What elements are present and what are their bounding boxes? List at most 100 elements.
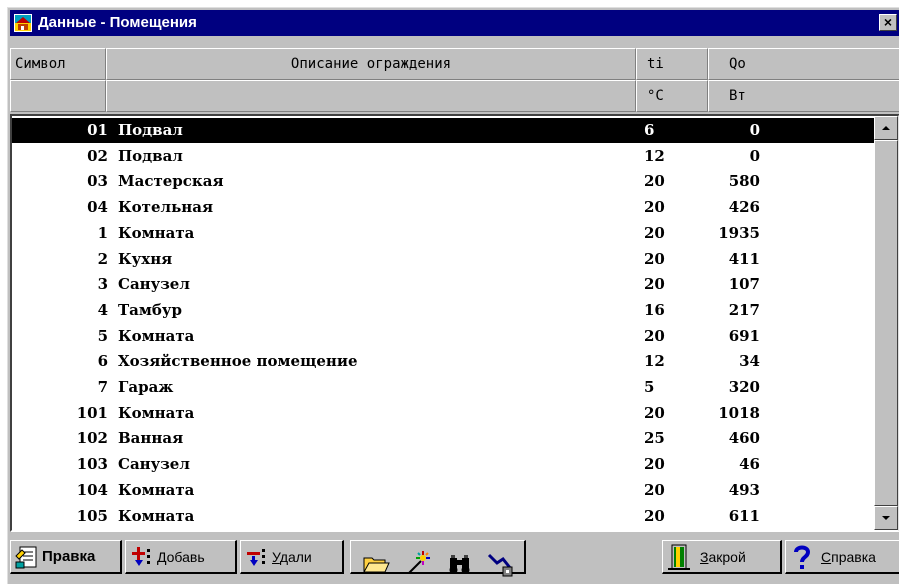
cell-symbol: 1 <box>97 223 108 242</box>
cell-qo: 1935 <box>718 223 760 242</box>
close-button[interactable]: × <box>879 14 897 31</box>
toolbar: Правка Добавь Удали Закрой Справка <box>10 534 899 582</box>
cell-description: Подвал <box>118 146 183 165</box>
cell-symbol: 105 <box>76 506 108 525</box>
help-icon <box>794 545 811 569</box>
cell-ti: 20 <box>644 455 665 474</box>
cell-symbol: 4 <box>97 300 108 319</box>
arrow-up-icon <box>882 126 890 130</box>
cell-symbol: 02 <box>87 146 108 165</box>
sparkle-icon[interactable] <box>403 549 433 579</box>
app-icon <box>14 14 32 32</box>
table-row[interactable]: 7 Гараж 5 320 <box>12 375 874 400</box>
table-row[interactable]: 5 Комната 20 691 <box>12 324 874 349</box>
sort-icon[interactable] <box>485 549 515 579</box>
delete-button[interactable]: Удали <box>240 540 344 574</box>
cell-ti: 20 <box>644 480 665 499</box>
tools-group <box>350 540 526 577</box>
cell-description: Санузел <box>118 455 190 474</box>
header-qo[interactable]: Qo <box>708 48 899 80</box>
vertical-scrollbar[interactable] <box>874 116 898 530</box>
cell-qo: 1018 <box>718 403 760 422</box>
table-row[interactable]: 101 Комната 20 1018 <box>12 401 874 426</box>
cell-ti: 20 <box>644 275 665 294</box>
cell-description: Комната <box>118 326 195 345</box>
cell-symbol: 104 <box>76 480 108 499</box>
cell-qo: 0 <box>749 121 760 139</box>
exit-icon <box>668 544 690 570</box>
cell-symbol: 2 <box>97 249 108 268</box>
cell-symbol: 7 <box>97 378 108 396</box>
cell-qo: 46 <box>739 455 760 474</box>
cell-qo: 107 <box>728 275 760 294</box>
table-row[interactable]: 01 Подвал 6 0 <box>12 118 874 143</box>
cell-description: Подвал <box>118 121 183 139</box>
header-ti-unit: °C <box>636 80 708 112</box>
cell-ti: 12 <box>644 146 665 165</box>
cell-description: Кухня <box>118 249 173 268</box>
cell-symbol: 04 <box>87 198 108 217</box>
cell-qo: 34 <box>739 352 760 371</box>
add-icon <box>132 546 150 566</box>
table-row[interactable]: 4 Тамбур 16 217 <box>12 298 874 323</box>
scroll-thumb[interactable] <box>874 140 898 506</box>
scroll-down-button[interactable] <box>874 506 898 530</box>
cell-description: Комната <box>118 480 195 499</box>
table-row[interactable]: 02 Подвал 12 0 <box>12 144 874 169</box>
cell-symbol: 102 <box>76 429 108 448</box>
table-row[interactable]: 105 Комната 20 611 <box>12 504 874 529</box>
delete-label: Удали <box>272 548 312 565</box>
close-icon: × <box>883 14 893 30</box>
add-button[interactable]: Добавь <box>125 540 237 574</box>
cell-qo: 580 <box>728 172 760 191</box>
cell-symbol: 103 <box>76 455 108 474</box>
header-ti[interactable]: ti <box>636 48 708 80</box>
table-row[interactable]: 103 Санузел 20 46 <box>12 452 874 477</box>
title-bar[interactable]: Данные - Помещения × <box>10 10 899 36</box>
table-row[interactable]: 6 Хозяйственное помещение 12 34 <box>12 349 874 374</box>
cell-ti: 20 <box>644 249 665 268</box>
cell-qo: 426 <box>728 198 760 217</box>
table-row[interactable]: 03 Мастерская 20 580 <box>12 169 874 194</box>
cell-ti: 20 <box>644 506 665 525</box>
close-window-button[interactable]: Закрой <box>662 540 782 574</box>
cell-symbol: 03 <box>87 172 108 191</box>
header-description[interactable]: Описание ограждения <box>106 48 636 80</box>
cell-ti: 25 <box>644 429 665 448</box>
table-row[interactable]: 2 Кухня 20 411 <box>12 247 874 272</box>
cell-description: Котельная <box>118 198 214 217</box>
cell-description: Гараж <box>118 378 174 396</box>
cell-qo: 691 <box>728 326 760 345</box>
help-button[interactable]: Справка <box>785 540 899 574</box>
table-row[interactable]: 104 Комната 20 493 <box>12 478 874 503</box>
header-qo-unit: Вт <box>708 80 899 112</box>
cell-description: Комната <box>118 223 195 242</box>
cell-ti: 6 <box>644 121 655 139</box>
cell-ti: 20 <box>644 223 665 242</box>
binoculars-icon[interactable] <box>445 549 475 579</box>
table-row[interactable]: 1 Комната 20 1935 <box>12 221 874 246</box>
edit-button[interactable]: Правка <box>10 540 122 574</box>
cell-ti: 12 <box>644 352 665 371</box>
cell-description: Тамбур <box>118 300 183 319</box>
cell-symbol: 5 <box>97 326 108 345</box>
cell-ti: 5 <box>644 378 655 396</box>
cell-description: Ванная <box>118 429 184 448</box>
table-row[interactable]: 04 Котельная 20 426 <box>12 195 874 220</box>
header-symbol-unit <box>10 80 106 112</box>
table-row[interactable]: 102 Ванная 25 460 <box>12 426 874 451</box>
cell-qo: 460 <box>728 429 760 448</box>
cell-qo: 411 <box>728 249 760 268</box>
folder-open-icon[interactable] <box>361 549 391 579</box>
table-row[interactable]: 3 Санузел 20 107 <box>12 272 874 297</box>
header-symbol[interactable]: Символ <box>10 48 106 80</box>
cell-ti: 20 <box>644 326 665 345</box>
scroll-up-button[interactable] <box>874 116 898 140</box>
table-header: Символ Описание ограждения ti Qo °C Вт <box>10 48 899 112</box>
window-title: Данные - Помещения <box>38 14 197 31</box>
cell-symbol: 101 <box>76 403 108 422</box>
edit-icon <box>15 546 37 568</box>
cell-description: Комната <box>118 506 195 525</box>
rooms-table: 01 Подвал 6 0 02 Подвал 12 0 03 Мастерская 20 580 04… <box>12 116 874 530</box>
cell-ti: 16 <box>644 300 665 319</box>
